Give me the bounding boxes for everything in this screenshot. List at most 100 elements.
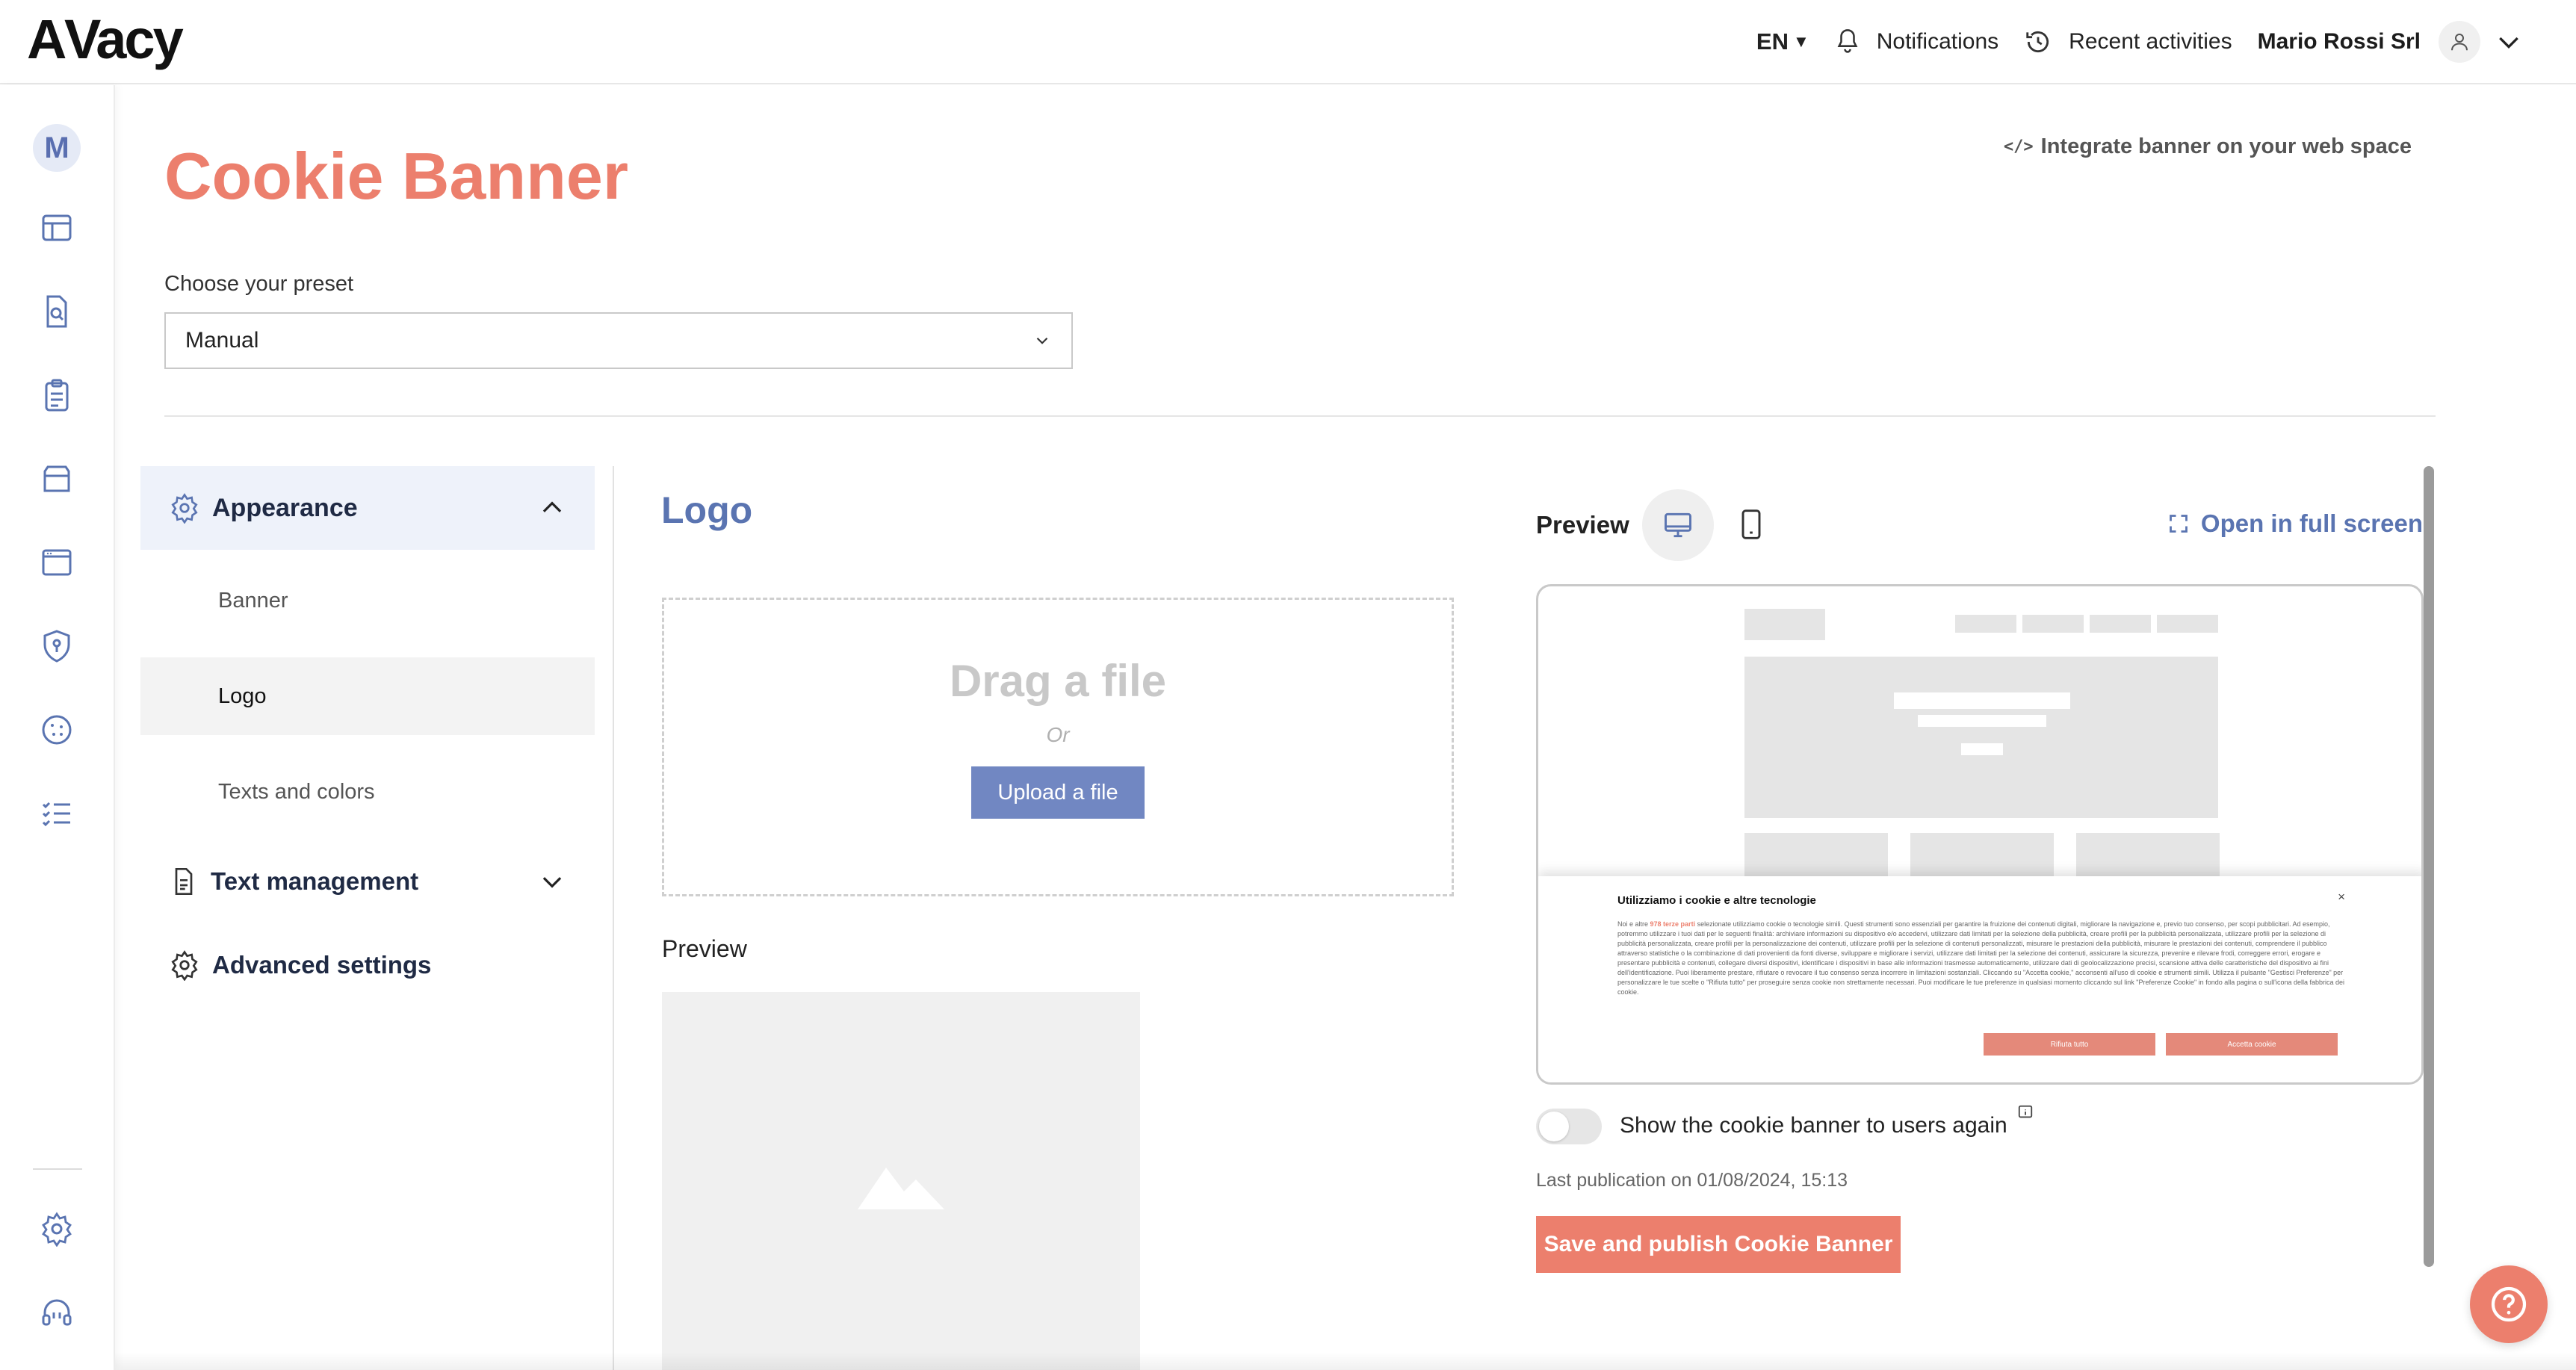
- mock-nav-block: [2090, 615, 2151, 633]
- image-placeholder-icon: [858, 1168, 944, 1209]
- browser-window-icon[interactable]: [37, 542, 77, 583]
- integrate-banner-label: Integrate banner on your web space: [2040, 134, 2412, 158]
- nav-item-logo[interactable]: Logo: [140, 657, 595, 735]
- bottom-shadow: [115, 1352, 2576, 1370]
- rail-divider: [33, 1168, 82, 1170]
- shield-icon[interactable]: [37, 626, 77, 666]
- close-icon: ×: [2338, 890, 2345, 904]
- mock-nav-block: [1955, 615, 2016, 633]
- toggle-knob: [1539, 1112, 1569, 1141]
- banner-preview-frame: Utilizziamo i cookie e altre tecnologie …: [1536, 584, 2424, 1085]
- recent-activities-label: Recent activities: [2069, 29, 2232, 54]
- desktop-icon: [1665, 512, 1691, 538]
- accept-cookies-button: Accetta cookie: [2166, 1033, 2338, 1056]
- cookie-banner-text-rest: selezionate utilizziamo cookie o tecnolo…: [1617, 920, 2345, 996]
- text-management-label: Text management: [211, 867, 419, 895]
- desktop-view-toggle[interactable]: [1642, 489, 1714, 561]
- logo-preview-label: Preview: [662, 935, 747, 962]
- save-and-publish-button[interactable]: Save and publish Cookie Banner: [1536, 1216, 1901, 1273]
- svg-text:Vacy: Vacy: [64, 10, 184, 70]
- mobile-view-toggle[interactable]: [1732, 505, 1771, 544]
- gear-icon: [171, 950, 198, 981]
- drag-file-text: Drag a file: [949, 656, 1167, 706]
- page-title: Cookie Banner: [164, 139, 629, 213]
- mock-logo-block: [1744, 609, 1825, 640]
- show-banner-again-toggle[interactable]: [1536, 1109, 1602, 1144]
- settings-nav: Appearance Banner Logo Texts and colors …: [140, 466, 595, 996]
- advanced-settings-section-header[interactable]: Advanced settings: [140, 934, 595, 996]
- cookie-banner-preview: Utilizziamo i cookie e altre tecnologie …: [1538, 876, 2421, 1082]
- logo-section-title: Logo: [661, 489, 753, 531]
- box-icon[interactable]: [37, 459, 77, 499]
- avacy-logo: A Vacy: [27, 8, 186, 70]
- upload-file-button[interactable]: Upload a file: [971, 766, 1145, 819]
- cookie-banner-text-start: Noi e altre: [1617, 920, 1650, 928]
- nav-item-texts-and-colors[interactable]: Texts and colors: [140, 753, 595, 831]
- dashboard-icon[interactable]: [37, 208, 77, 248]
- language-code: EN: [1756, 28, 1789, 55]
- headset-icon[interactable]: [37, 1292, 77, 1333]
- preview-pane-label: Preview: [1536, 511, 1629, 539]
- code-icon: </>: [2003, 137, 2034, 156]
- document-icon: [175, 868, 193, 895]
- help-button[interactable]: [2470, 1265, 2548, 1343]
- user-avatar[interactable]: [2439, 21, 2480, 63]
- cookie-banner-vendors-link: 978 terze parti: [1650, 920, 1696, 928]
- integrate-banner-link[interactable]: </> Integrate banner on your web space: [2004, 134, 2412, 159]
- info-icon[interactable]: [2017, 1104, 2034, 1125]
- show-banner-again-label: Show the cookie banner to users again: [1620, 1113, 2007, 1138]
- expand-icon: [2170, 515, 2188, 533]
- preset-select[interactable]: Manual: [164, 312, 1073, 369]
- or-text: Or: [1046, 723, 1070, 746]
- appearance-label: Appearance: [212, 493, 358, 522]
- mock-hero-line: [1894, 692, 2070, 709]
- open-full-screen-link[interactable]: Open in full screen: [2168, 509, 2423, 538]
- chevron-down-icon[interactable]: [2494, 27, 2524, 57]
- app-logo[interactable]: A Vacy: [27, 8, 200, 82]
- appearance-section-header[interactable]: Appearance: [140, 466, 595, 550]
- file-dropzone[interactable]: Drag a file Or Upload a file: [662, 598, 1454, 896]
- cookie-icon[interactable]: [37, 710, 77, 750]
- mock-hero-line: [1918, 715, 2046, 727]
- chevron-down-icon: [542, 877, 562, 888]
- chevron-up-icon: [542, 501, 562, 512]
- mock-nav-block: [2022, 615, 2084, 633]
- last-publication-text: Last publication on 01/08/2024, 15:13: [1536, 1170, 1848, 1191]
- vertical-divider: [613, 466, 614, 1370]
- svg-text:A: A: [27, 10, 66, 70]
- user-icon: [2451, 34, 2468, 51]
- logo-preview-placeholder: [662, 992, 1140, 1370]
- gear-icon: [171, 493, 198, 524]
- text-management-section-header[interactable]: Text management: [140, 850, 595, 913]
- top-bar: A Vacy EN ▼ Notifications Recent activit…: [0, 0, 2576, 84]
- section-divider: [164, 415, 2436, 417]
- workspace-avatar[interactable]: M: [33, 124, 81, 172]
- advanced-settings-label: Advanced settings: [212, 951, 432, 979]
- history-icon: [2026, 31, 2049, 53]
- preset-value: Manual: [185, 328, 259, 353]
- question-icon: [2491, 1286, 2527, 1322]
- left-rail: M: [0, 85, 115, 1370]
- document-search-icon[interactable]: [37, 291, 77, 332]
- caret-down-icon: ▼: [1792, 32, 1809, 51]
- clipboard-icon[interactable]: [37, 375, 77, 415]
- mock-hero-block: [1744, 657, 2218, 818]
- notifications-label: Notifications: [1876, 29, 1999, 54]
- gear-icon[interactable]: [37, 1209, 77, 1249]
- nav-item-banner[interactable]: Banner: [140, 562, 595, 639]
- cookie-banner-text: Noi e altre 978 terze parti selezionate …: [1617, 920, 2350, 997]
- bell-icon: [1837, 29, 1858, 53]
- company-name[interactable]: Mario Rossi Srl: [2258, 29, 2421, 55]
- scrollbar[interactable]: [2424, 466, 2434, 1267]
- recent-activities-link[interactable]: Recent activities: [2024, 28, 2232, 56]
- mock-hero-line: [1961, 743, 2003, 755]
- mock-nav-block: [2157, 615, 2218, 633]
- language-selector[interactable]: EN ▼: [1756, 28, 1809, 55]
- notifications-link[interactable]: Notifications: [1835, 28, 1998, 56]
- open-full-screen-label: Open in full screen: [2200, 509, 2423, 537]
- preset-label: Choose your preset: [164, 272, 354, 296]
- cookie-banner-title: Utilizziamo i cookie e altre tecnologie: [1617, 894, 1816, 907]
- mobile-icon: [1741, 509, 1761, 539]
- checklist-icon[interactable]: [37, 793, 77, 834]
- reject-all-button: Rifiuta tutto: [1984, 1033, 2155, 1056]
